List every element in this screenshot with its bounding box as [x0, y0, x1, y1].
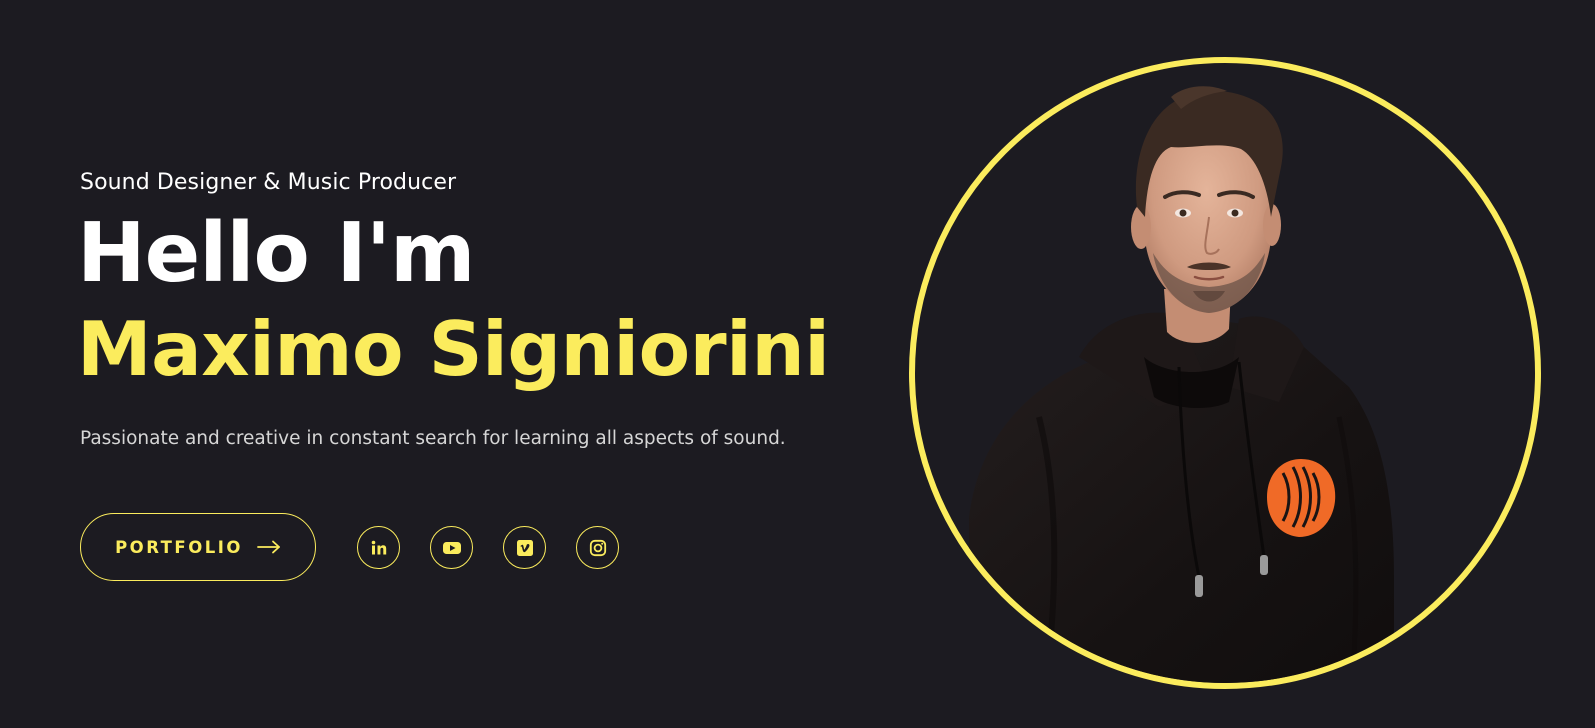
- hero-name: Maximo Signiorini: [77, 305, 830, 393]
- linkedin-icon: [370, 539, 388, 557]
- portrait-frame: [909, 57, 1541, 689]
- vimeo-icon: [516, 539, 534, 557]
- instagram-link[interactable]: [576, 526, 619, 569]
- hero-section: Sound Designer & Music Producer Hello I'…: [77, 0, 900, 728]
- vimeo-link[interactable]: [503, 526, 546, 569]
- hero-subtitle: Sound Designer & Music Producer: [80, 170, 457, 195]
- youtube-link[interactable]: [430, 526, 473, 569]
- youtube-icon: [442, 540, 462, 556]
- portfolio-button-label: PORTFOLIO: [115, 537, 243, 557]
- arrow-right-icon: [257, 540, 281, 554]
- hero-tagline: Passionate and creative in constant sear…: [80, 428, 786, 449]
- instagram-icon: [589, 539, 607, 557]
- social-links: [357, 526, 619, 569]
- linkedin-link[interactable]: [357, 526, 400, 569]
- profile-photo: [969, 86, 1394, 683]
- hero-greeting: Hello I'm: [77, 206, 475, 301]
- portfolio-button[interactable]: PORTFOLIO: [80, 513, 316, 581]
